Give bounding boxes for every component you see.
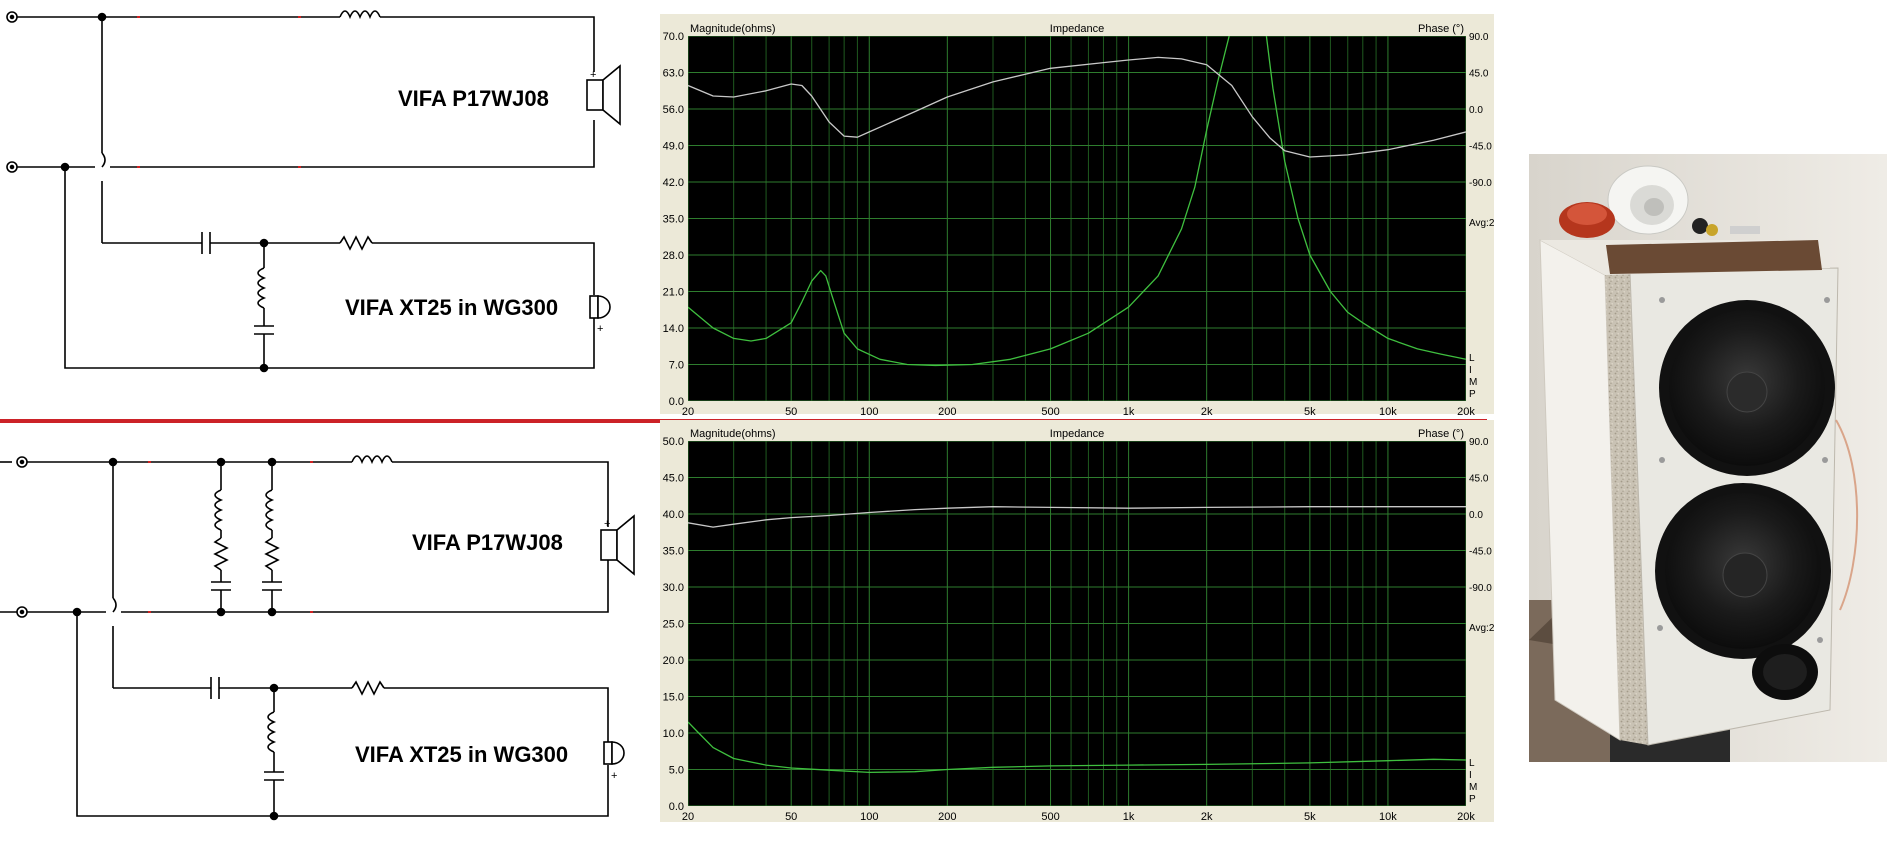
- bottom-woofer-plus: +: [604, 518, 610, 530]
- x-tick-label: 5k: [1304, 811, 1316, 823]
- avg-label: Avg:2: [1469, 218, 1495, 229]
- speaker-photo: [1529, 154, 1887, 762]
- top-input-terminal-plus: [6, 11, 18, 23]
- phase-tick-label: 45.0: [1469, 69, 1489, 80]
- bottom-woofer-label: VIFA P17WJ08: [412, 530, 563, 555]
- y-tick-label: 14.0: [663, 323, 684, 335]
- x-tick-label: 10k: [1379, 406, 1397, 418]
- y-tick-label: 7.0: [669, 360, 684, 372]
- bottom-tweeter-resistor: [351, 680, 385, 696]
- lmp-letter: M: [1469, 782, 1477, 793]
- y-tick-label: 35.0: [663, 214, 684, 226]
- y-tick-label: 21.0: [663, 287, 684, 299]
- x-tick-label: 200: [938, 811, 956, 823]
- phase-tick-label: -45.0: [1469, 142, 1492, 153]
- avg-label: Avg:2: [1469, 623, 1495, 634]
- x-tick-label: 1k: [1123, 406, 1135, 418]
- y-axis-label: Magnitude(ohms): [690, 23, 776, 35]
- bottom-tweeter-plus: +: [611, 770, 617, 782]
- bottom-tweeter-label: VIFA XT25 in WG300: [355, 742, 568, 767]
- bottom-impedance-chart: 50.0 45.0 40.0 35.0 30.0 25.0 20.0 15.0 10.0 5.0 0…: [660, 420, 1495, 823]
- y-tick-label: 15.0: [663, 692, 684, 704]
- phase-tick-label: 45.0: [1469, 474, 1489, 485]
- x-tick-label: 500: [1041, 406, 1059, 418]
- y-tick-label: 49.0: [663, 141, 684, 153]
- chart-title: Impedance: [1050, 23, 1104, 35]
- y-tick-label: 28.0: [663, 250, 684, 262]
- y-tick-label: 10.0: [663, 728, 684, 740]
- y-tick-label: 63.0: [663, 68, 684, 80]
- x-tick-label: 20: [682, 406, 694, 418]
- x-tick-label: 20k: [1457, 811, 1475, 823]
- top-woofer-label: VIFA P17WJ08: [398, 86, 549, 111]
- y-axis-label: Magnitude(ohms): [690, 428, 776, 440]
- top-tweeter-capacitor: [201, 232, 211, 254]
- x-tick-label: 200: [938, 406, 956, 418]
- x-tick-label: 20k: [1457, 406, 1475, 418]
- x-tick-label: 5k: [1304, 406, 1316, 418]
- top-tweeter-resistor: [339, 235, 373, 251]
- x-tick-label: 50: [785, 811, 797, 823]
- y-tick-label: 5.0: [669, 765, 684, 777]
- x-tick-label: 10k: [1379, 811, 1397, 823]
- x-tick-label: 2k: [1201, 406, 1213, 418]
- diagram-canvas: + + VIFA P17WJ08 VIFA XT25 in WG300 + + …: [0, 10, 1887, 823]
- y-tick-label: 42.0: [663, 177, 684, 189]
- x-tick-label: 100: [860, 811, 878, 823]
- phase-tick-label: 0.0: [1469, 510, 1483, 521]
- bottom-shunt-capacitor: [264, 771, 284, 781]
- lmp-letter: P: [1469, 389, 1476, 400]
- lmp-letter: M: [1469, 377, 1477, 388]
- y-tick-label: 50.0: [663, 436, 684, 448]
- phase-axis-label: Phase (°): [1418, 23, 1464, 35]
- bottom-shunt-inductor: [267, 711, 277, 753]
- phase-tick-label: -90.0: [1469, 178, 1492, 189]
- y-tick-label: 35.0: [663, 546, 684, 558]
- x-tick-label: 50: [785, 406, 797, 418]
- y-tick-label: 20.0: [663, 655, 684, 667]
- top-input-terminal-minus: [6, 161, 18, 173]
- bottom-input-terminal-plus: [16, 456, 28, 468]
- chart-title: Impedance: [1050, 428, 1104, 440]
- x-tick-label: 1k: [1123, 811, 1135, 823]
- x-tick-label: 2k: [1201, 811, 1213, 823]
- phase-tick-label: 0.0: [1469, 105, 1483, 116]
- lmp-letter: L: [1469, 353, 1475, 364]
- top-tweeter-label: VIFA XT25 in WG300: [345, 295, 558, 320]
- x-tick-label: 20: [682, 811, 694, 823]
- lmp-letter: I: [1469, 770, 1472, 781]
- bottom-tweeter-capacitor: [210, 677, 220, 699]
- top-wire-marks: [137, 16, 301, 168]
- cabinet-top-wood: [1606, 240, 1822, 274]
- top-tweeter-speaker-icon: [589, 295, 611, 319]
- y-tick-label: 25.0: [663, 619, 684, 631]
- y-tick-label: 70.0: [663, 31, 684, 43]
- phase-tick-label: -45.0: [1469, 547, 1492, 558]
- y-tick-label: 45.0: [663, 473, 684, 485]
- phase-axis-label: Phase (°): [1418, 428, 1464, 440]
- top-woofer-plus: +: [590, 69, 596, 81]
- bottom-woofer-inductor: [351, 455, 393, 465]
- top-impedance-chart: 70.0 63.0 56.0 49.0 42.0 35.0 28.0 21.0 14.0 7.0 0…: [660, 14, 1495, 418]
- lmp-letter: L: [1469, 758, 1475, 769]
- bottom-tweeter-speaker-icon: [603, 741, 625, 765]
- bottom-zobel-branch-2: [262, 462, 282, 612]
- phase-tick-label: 90.0: [1469, 437, 1489, 448]
- top-tweeter-plus: +: [597, 323, 603, 335]
- x-tick-label: 100: [860, 406, 878, 418]
- y-tick-label: 56.0: [663, 104, 684, 116]
- bottom-input-terminal-minus: [16, 606, 28, 618]
- lmp-letter: P: [1469, 794, 1476, 805]
- phase-tick-label: -90.0: [1469, 583, 1492, 594]
- y-tick-label: 40.0: [663, 509, 684, 521]
- top-shunt-inductor: [257, 267, 267, 309]
- top-shunt-capacitor: [254, 325, 274, 335]
- bottom-zobel-branch-1: [211, 462, 231, 612]
- phase-tick-label: 90.0: [1469, 32, 1489, 43]
- lmp-letter: I: [1469, 365, 1472, 376]
- top-woofer-inductor: [339, 10, 381, 20]
- x-tick-label: 500: [1041, 811, 1059, 823]
- y-tick-label: 30.0: [663, 582, 684, 594]
